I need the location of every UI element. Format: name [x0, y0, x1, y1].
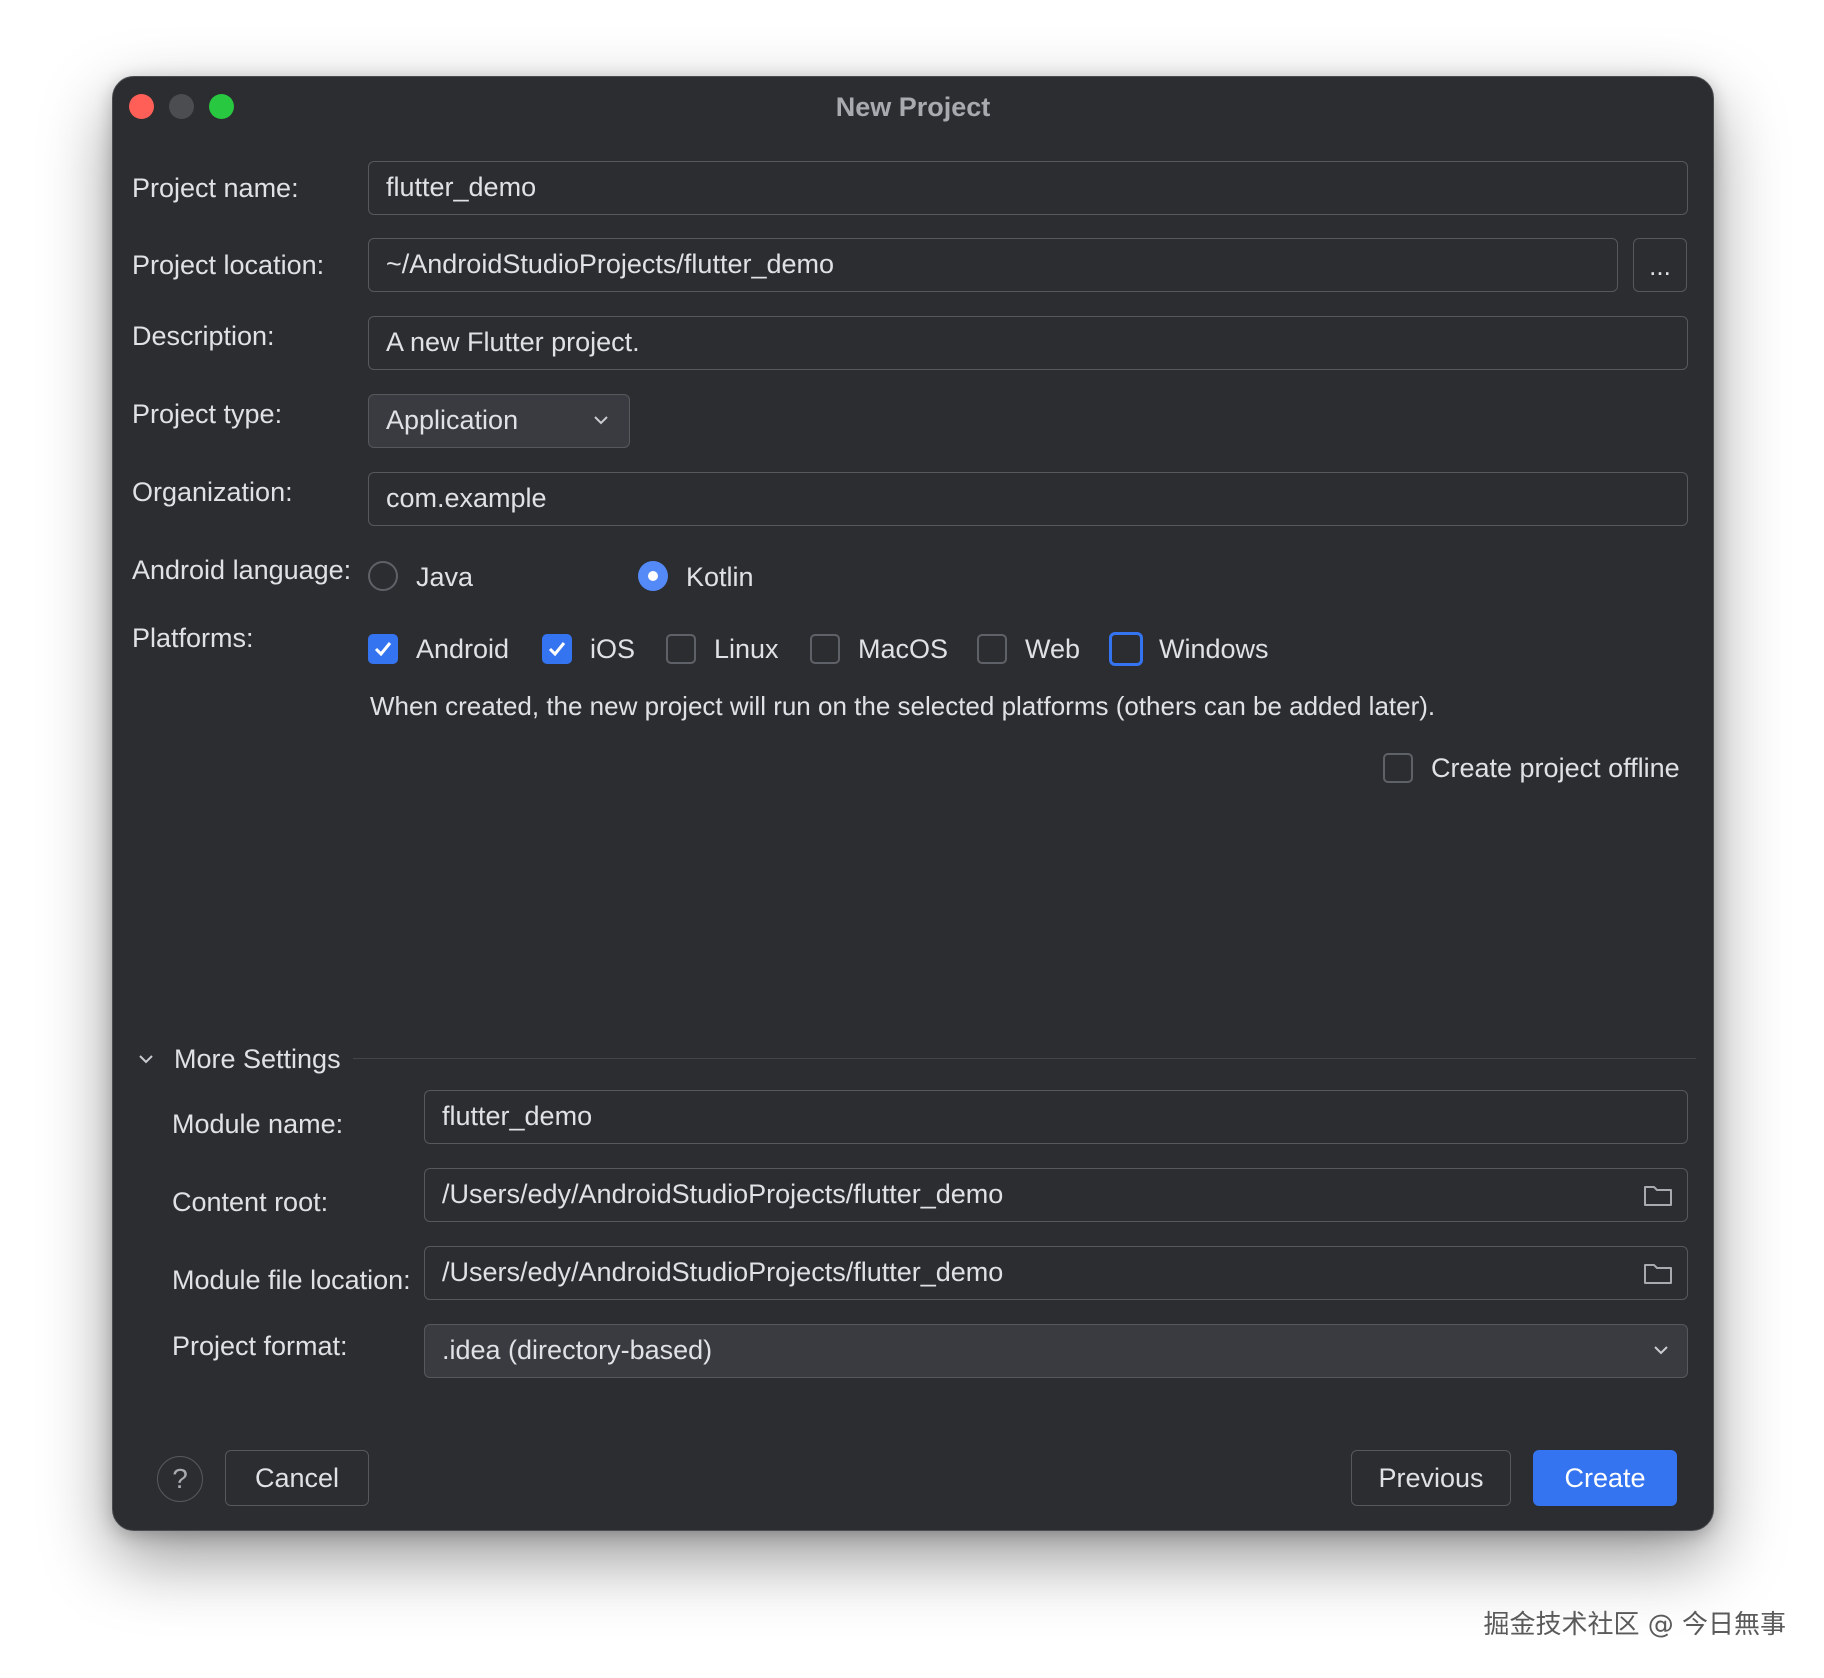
- more-settings-divider: [353, 1058, 1696, 1059]
- project-name-input[interactable]: flutter_demo: [368, 161, 1688, 215]
- module-file-location-value: /Users/edy/AndroidStudioProjects/flutter…: [442, 1257, 1004, 1287]
- offline-checkbox[interactable]: [1383, 753, 1413, 783]
- checkmark-icon: [548, 642, 566, 657]
- project-name-label: Project name:: [132, 173, 299, 203]
- project-format-label: Project format:: [172, 1331, 348, 1361]
- macos-checkbox-label[interactable]: MacOS: [858, 632, 948, 666]
- project-format-value: .idea (directory-based): [442, 1335, 713, 1365]
- content-root-value: /Users/edy/AndroidStudioProjects/flutter…: [442, 1179, 1004, 1209]
- platforms-label: Platforms:: [132, 623, 254, 653]
- chevron-down-icon[interactable]: [135, 1048, 157, 1070]
- project-location-label: Project location:: [132, 250, 325, 280]
- chevron-down-icon: [1654, 1346, 1668, 1355]
- organization-label: Organization:: [132, 477, 293, 507]
- kotlin-radio-label[interactable]: Kotlin: [686, 560, 754, 594]
- platforms-hint: When created, the new project will run o…: [370, 691, 1436, 721]
- project-format-select[interactable]: .idea (directory-based): [424, 1324, 1688, 1378]
- folder-icon[interactable]: [1643, 1261, 1673, 1285]
- help-button[interactable]: ?: [157, 1456, 203, 1502]
- cancel-button[interactable]: Cancel: [225, 1450, 369, 1506]
- offline-checkbox-label[interactable]: Create project offline: [1431, 751, 1680, 785]
- java-radio-label[interactable]: Java: [416, 560, 473, 594]
- previous-button[interactable]: Previous: [1351, 1450, 1511, 1506]
- window-title: New Project: [835, 92, 991, 122]
- watermark-text: 掘金技术社区 @ 今日無事: [1483, 1610, 1786, 1640]
- more-settings-toggle[interactable]: More Settings: [174, 1042, 341, 1076]
- web-checkbox-label[interactable]: Web: [1025, 632, 1080, 666]
- linux-checkbox-label[interactable]: Linux: [714, 632, 779, 666]
- description-input[interactable]: A new Flutter project.: [368, 316, 1688, 370]
- module-name-label: Module name:: [172, 1109, 344, 1139]
- project-type-select[interactable]: Application: [368, 394, 630, 448]
- project-type-label: Project type:: [132, 399, 283, 429]
- android-checkbox-label[interactable]: Android: [416, 632, 509, 666]
- new-project-dialog: New Project Project name: flutter_demo P…: [112, 76, 1714, 1531]
- macos-checkbox[interactable]: [810, 634, 840, 664]
- java-radio[interactable]: [368, 561, 398, 591]
- android-checkbox[interactable]: [368, 634, 398, 664]
- web-checkbox[interactable]: [977, 634, 1007, 664]
- kotlin-radio[interactable]: [638, 561, 668, 591]
- checkmark-icon: [374, 642, 392, 657]
- windows-checkbox-label[interactable]: Windows: [1159, 632, 1269, 666]
- android-language-label: Android language:: [132, 555, 352, 585]
- content-root-label: Content root:: [172, 1187, 329, 1217]
- project-location-input[interactable]: ~/AndroidStudioProjects/flutter_demo: [368, 238, 1618, 292]
- windows-checkbox[interactable]: [1109, 632, 1143, 666]
- organization-input[interactable]: com.example: [368, 472, 1688, 526]
- module-file-location-input[interactable]: /Users/edy/AndroidStudioProjects/flutter…: [424, 1246, 1688, 1300]
- folder-icon[interactable]: [1643, 1183, 1673, 1207]
- linux-checkbox[interactable]: [666, 634, 696, 664]
- create-button[interactable]: Create: [1533, 1450, 1677, 1506]
- chevron-down-icon: [594, 416, 608, 425]
- content-root-input[interactable]: /Users/edy/AndroidStudioProjects/flutter…: [424, 1168, 1688, 1222]
- ios-checkbox-label[interactable]: iOS: [590, 632, 635, 666]
- ios-checkbox[interactable]: [542, 634, 572, 664]
- project-type-value: Application: [386, 405, 519, 435]
- description-label: Description:: [132, 321, 275, 351]
- browse-location-button[interactable]: ...: [1633, 238, 1687, 292]
- module-file-location-label: Module file location:: [172, 1265, 411, 1295]
- module-name-input[interactable]: flutter_demo: [424, 1090, 1688, 1144]
